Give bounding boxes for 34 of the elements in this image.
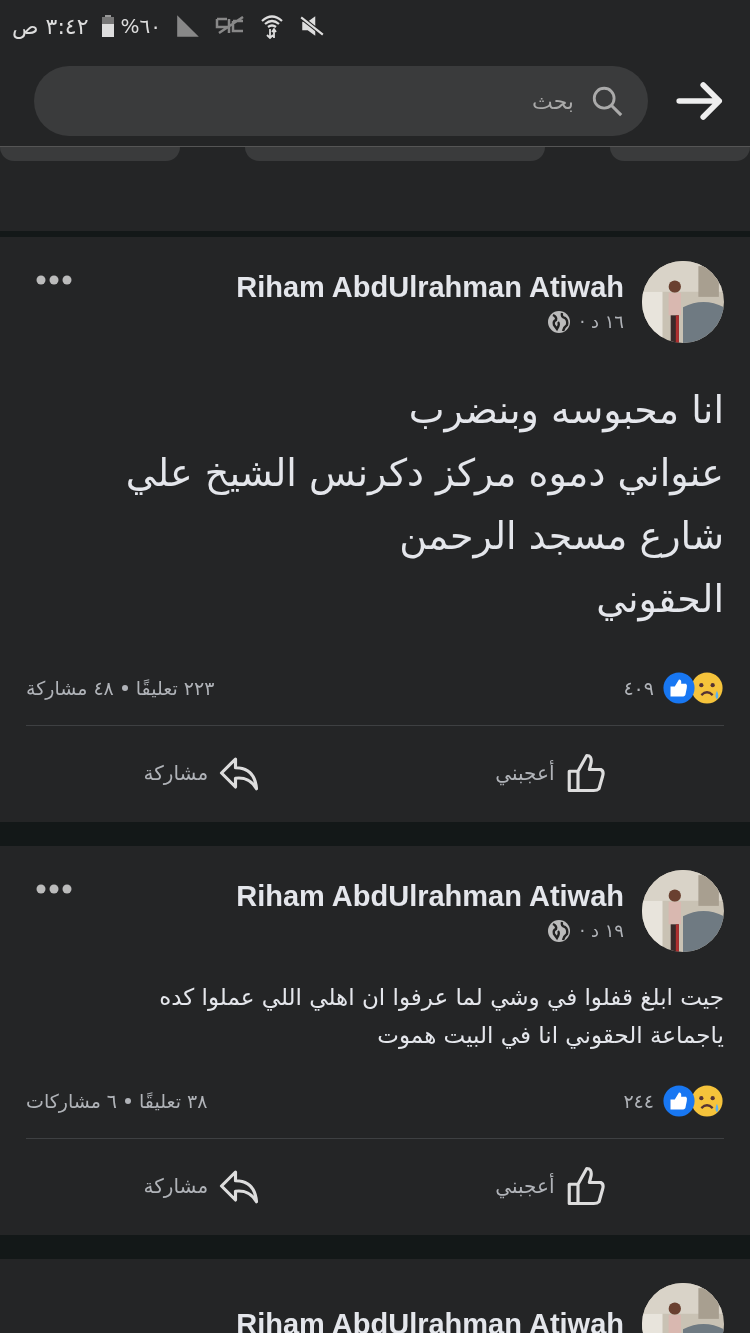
sad-face-icon xyxy=(690,1084,724,1118)
like-badge-icon xyxy=(662,671,696,705)
mute-icon xyxy=(298,13,325,39)
reaction-count[interactable]: ٢٤٤ xyxy=(623,1090,654,1112)
post-time: ١٦ د · xyxy=(579,311,624,332)
author-name[interactable]: Riham AbdUlrahman Atiwah xyxy=(236,270,624,304)
share-count[interactable]: ٦ مشاركات xyxy=(26,1090,118,1112)
search-icon xyxy=(590,84,624,118)
like-badge-icon xyxy=(662,1084,696,1118)
sad-face-icon xyxy=(690,671,724,705)
network-off-icon xyxy=(214,16,245,36)
post-text: جيت ابلغ قفلوا في وشي لما عرفوا ان اهلي اللي عملوا كده ياجماعة الحقوني انا في البيت هموت xyxy=(158,983,724,1051)
more-options-icon[interactable] xyxy=(36,275,72,285)
share-button[interactable]: مشاركة xyxy=(133,1159,271,1213)
signal-icon xyxy=(174,13,201,39)
share-count[interactable]: ٤٨ مشاركة xyxy=(26,677,114,699)
comment-count[interactable]: ٢٢٣ تعليقًا xyxy=(135,677,215,699)
like-button[interactable]: أعجبني xyxy=(485,1159,617,1213)
battery-level: %٦٠ xyxy=(120,14,161,38)
more-options-icon[interactable] xyxy=(36,884,72,894)
post-time: ١٩ د · xyxy=(579,920,624,941)
battery-icon xyxy=(102,15,115,37)
like-button[interactable]: أعجبني xyxy=(485,746,617,800)
search-field[interactable]: بحث xyxy=(34,66,648,136)
back-arrow-icon[interactable] xyxy=(676,81,724,121)
reaction-count[interactable]: ٤٠٩ xyxy=(623,677,654,699)
globe-icon xyxy=(547,309,572,334)
clock: ٣:٤٢ ص xyxy=(12,13,89,39)
post-text: انا محبوسه وبنضرب عنواني دموه مركز دكرنس الشيخ علي شارع مسجد الرحمن الحقوني xyxy=(124,387,724,624)
comment-count[interactable]: ٣٨ تعليقًا xyxy=(139,1090,208,1112)
globe-icon xyxy=(547,918,572,943)
author-name[interactable]: Riham AbdUlrahman Atiwah xyxy=(236,879,624,913)
share-button[interactable]: مشاركة xyxy=(133,746,271,800)
author-name[interactable]: Riham AbdUlrahman Atiwah xyxy=(236,1307,624,1333)
